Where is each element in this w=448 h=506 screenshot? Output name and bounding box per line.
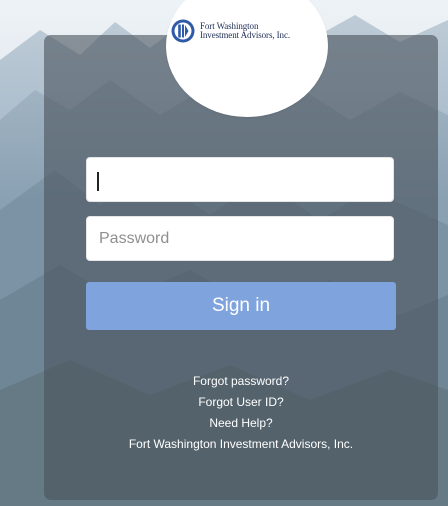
- username-field[interactable]: [86, 157, 394, 202]
- forgot-password-link[interactable]: Forgot password?: [44, 374, 438, 388]
- logo-text: Fort Washington Investment Advisors, Inc…: [200, 22, 290, 40]
- username-input[interactable]: [87, 158, 393, 201]
- logo-line-2: Investment Advisors, Inc.: [200, 30, 290, 40]
- text-cursor: [97, 172, 99, 191]
- login-screen: Fort Washington Investment Advisors, Inc…: [0, 0, 448, 506]
- password-input[interactable]: [87, 217, 393, 260]
- need-help-link[interactable]: Need Help?: [44, 416, 438, 430]
- sign-in-button[interactable]: Sign in: [86, 282, 396, 330]
- password-field[interactable]: [86, 216, 394, 261]
- company-link[interactable]: Fort Washington Investment Advisors, Inc…: [44, 437, 438, 451]
- forgot-user-id-link[interactable]: Forgot User ID?: [44, 395, 438, 409]
- fort-washington-logo-icon: [171, 19, 195, 43]
- company-logo: Fort Washington Investment Advisors, Inc…: [171, 19, 290, 43]
